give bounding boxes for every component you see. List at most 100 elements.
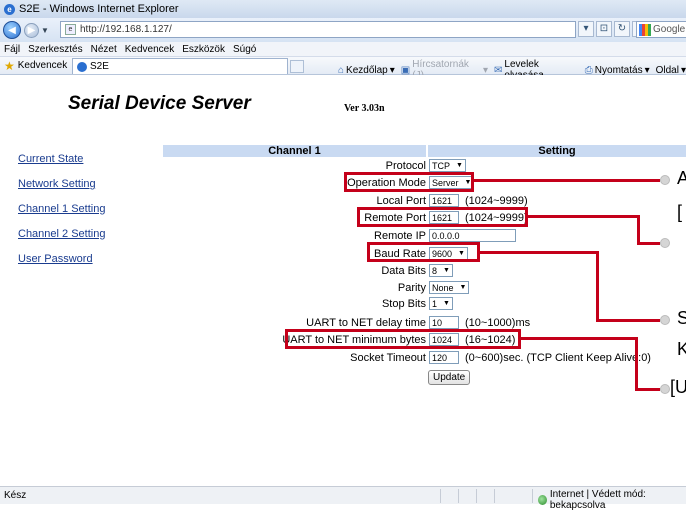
protocol-select[interactable]: TCP ▼ (429, 159, 466, 172)
uart-delay-hint: (10~1000)ms (465, 316, 531, 329)
address-bar[interactable]: e http://192.168.1.127/ (60, 21, 576, 38)
page-content: Serial Device Server Ver 3.03n Current S… (0, 75, 686, 479)
protocol-field: TCP ▼ (429, 159, 466, 172)
callout-dot (660, 175, 670, 185)
menu-view[interactable]: Nézet (91, 44, 117, 55)
page-button[interactable]: Oldal ▾ (656, 65, 686, 76)
address-dropdown-button[interactable]: ▾ (578, 21, 594, 37)
row-remote-ip: Remote IP 0.0.0.0 (0, 229, 686, 242)
version-label: Ver 3.03n (344, 103, 385, 114)
favorites-bar: ★ Kedvencek S2E ⌂ Kezdőlap ▾ ▣ Hírcsatorná… (0, 57, 686, 81)
address-url: http://192.168.1.127/ (80, 24, 172, 35)
print-button[interactable]: ⎙ Nyomtatás ▾ (585, 65, 650, 76)
local-port-input[interactable]: 1621 (429, 194, 459, 207)
update-button[interactable]: Update (428, 370, 471, 385)
uart-delay-field: 10 (10~1000)ms (429, 316, 530, 329)
compat-view-button[interactable]: ⊡ (596, 21, 612, 37)
connector-line (635, 337, 638, 391)
callout-text: K (677, 339, 686, 359)
stop-bits-select[interactable]: 1 ▼ (429, 297, 453, 310)
status-divider (458, 489, 459, 503)
menu-tools[interactable]: Eszközök (182, 44, 225, 55)
highlight-uart-min (285, 329, 521, 349)
chevron-down-icon: ▼ (443, 300, 450, 307)
window-title: S2E - Windows Internet Explorer (19, 3, 179, 15)
search-placeholder: Google (653, 24, 686, 35)
stop-bits-label: Stop Bits (381, 297, 426, 310)
search-box[interactable]: Google (636, 21, 686, 38)
menu-bar: Fájl Szerkesztés Nézet Kedvencek Eszközö… (0, 42, 686, 57)
connector-line (596, 319, 660, 322)
brand-title: Serial Device Server (68, 93, 251, 114)
data-bits-field: 8 ▼ (429, 264, 453, 277)
tab-ie-icon (77, 61, 87, 72)
row-local-port: Local Port 1621 (1024~9999) (0, 194, 686, 207)
connector-line (528, 215, 638, 218)
parity-field: None ▼ (429, 281, 470, 294)
remote-ip-label: Remote IP (374, 229, 426, 242)
new-tab-button[interactable] (290, 60, 304, 73)
connector-line (474, 179, 660, 182)
home-button[interactable]: ⌂ Kezdőlap ▾ (338, 65, 395, 76)
callout-text: A (677, 168, 686, 188)
chevron-down-icon: ▼ (443, 267, 450, 274)
window-titlebar: e S2E - Windows Internet Explorer (0, 0, 686, 18)
protocol-label: Protocol (385, 159, 426, 172)
row-protocol: Protocol TCP ▼ (0, 159, 686, 172)
local-port-hint: (1024~9999) (465, 194, 528, 207)
stop-bits-value: 1 (432, 298, 438, 309)
connector-line (596, 251, 599, 322)
back-button[interactable]: ◀ (3, 21, 21, 39)
history-dropdown-icon[interactable]: ▼ (41, 26, 49, 35)
status-divider (476, 489, 477, 503)
data-bits-select[interactable]: 8 ▼ (429, 264, 453, 277)
row-operation-mode: Operation Mode Server ▼ (0, 176, 686, 189)
socket-timeout-hint: (0~600)sec. (TCP Client Keep Alive:0) (465, 351, 651, 364)
parity-value: None (432, 282, 454, 293)
menu-file[interactable]: Fájl (4, 44, 20, 55)
connector-line (635, 388, 660, 391)
socket-timeout-label: Socket Timeout (350, 351, 426, 364)
print-icon: ⎙ (584, 64, 593, 76)
connector-line (521, 337, 637, 340)
row-stop-bits: Stop Bits 1 ▼ (0, 297, 686, 310)
forward-button[interactable]: ▶ (24, 22, 39, 38)
uart-delay-label: UART to NET delay time (306, 316, 426, 329)
refresh-button[interactable]: ↻ (614, 21, 630, 37)
remote-ip-input[interactable]: 0.0.0.0 (429, 229, 516, 242)
status-divider (494, 489, 495, 503)
page-label: Oldal (655, 64, 679, 76)
menu-favorites[interactable]: Kedvencek (125, 44, 174, 55)
address-row: ◀ ▶ ▼ e http://192.168.1.127/ ▾ ⊡ ↻ ✕ Go… (0, 18, 686, 42)
protocol-value: TCP (432, 160, 450, 171)
chevron-down-icon: ▼ (456, 162, 463, 169)
stop-bits-field: 1 ▼ (429, 297, 453, 310)
local-port-label: Local Port (376, 194, 426, 207)
callout-text: S (677, 308, 686, 328)
row-socket-timeout: Socket Timeout 120 (0~600)sec. (TCP Clien… (0, 351, 686, 364)
ie-logo-icon: e (4, 3, 15, 15)
data-bits-label: Data Bits (381, 264, 426, 277)
security-zone[interactable]: Internet | Védett mód: bekapcsolva (538, 489, 686, 511)
header-channel: Channel 1 (163, 145, 426, 157)
menu-help[interactable]: Súgó (233, 44, 256, 55)
tab-s2e[interactable]: S2E (72, 58, 288, 74)
status-bar: Kész Internet | Védett mód: bekapcsolva (0, 486, 686, 511)
google-icon (639, 23, 651, 36)
security-zone-text: Internet | Védett mód: bekapcsolva (549, 489, 646, 511)
callout-text: [ (677, 202, 683, 222)
menu-edit[interactable]: Szerkesztés (28, 44, 82, 55)
remote-ip-field: 0.0.0.0 (429, 229, 516, 242)
tab-title: S2E (90, 61, 109, 72)
highlight-baud-rate (367, 242, 480, 262)
parity-label: Parity (397, 281, 426, 294)
favorites-button[interactable]: Kedvencek (18, 60, 67, 71)
status-text: Kész (4, 490, 27, 501)
connector-line (480, 251, 598, 254)
socket-timeout-input[interactable]: 120 (429, 351, 459, 364)
print-label: Nyomtatás (594, 64, 643, 76)
highlight-operation-mode (344, 172, 474, 192)
uart-delay-input[interactable]: 10 (429, 316, 459, 329)
parity-select[interactable]: None ▼ (429, 281, 470, 294)
row-data-bits: Data Bits 8 ▼ (0, 264, 686, 277)
